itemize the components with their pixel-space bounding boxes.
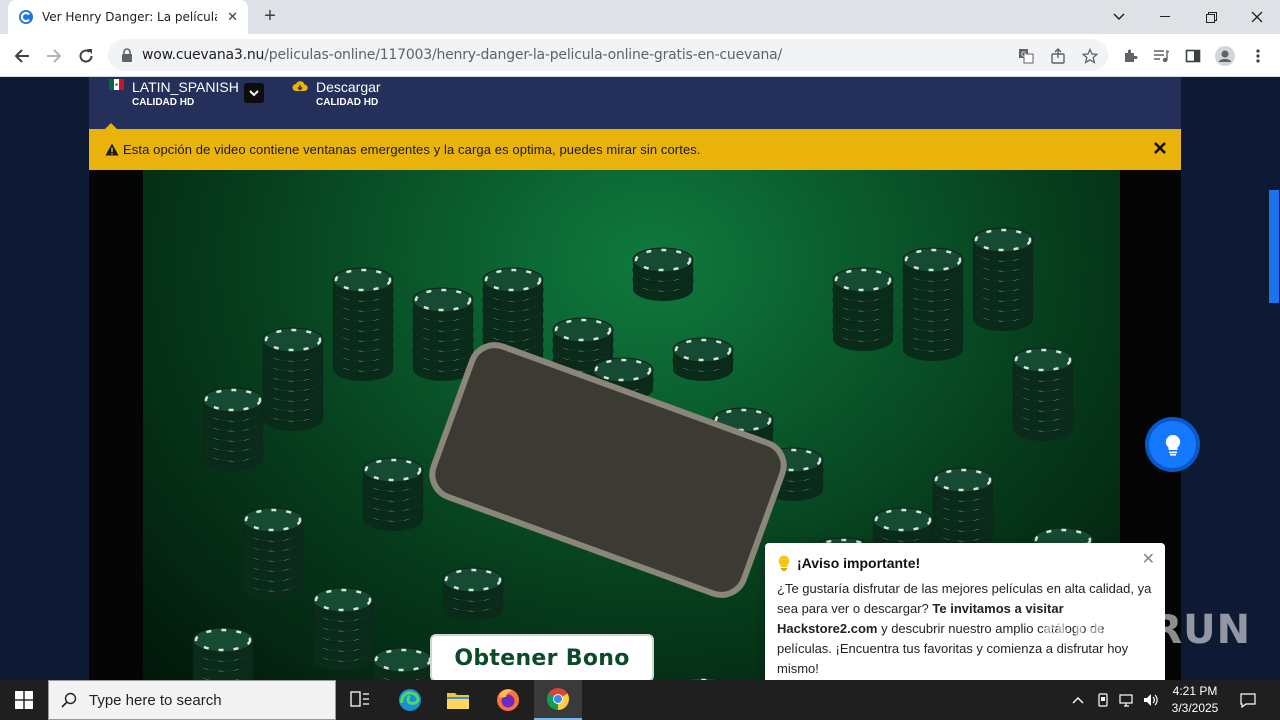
tab-title: Ver Henry Danger: La película Online xyxy=(42,10,217,24)
web-page: LATIN_SPANISH CALIDAD HD Descargar CALID… xyxy=(0,77,1268,680)
firefox-icon xyxy=(497,689,519,711)
translate-icon[interactable]: G xyxy=(1016,46,1036,66)
player-options-bar: LATIN_SPANISH CALIDAD HD Descargar CALID… xyxy=(89,77,1181,129)
tab-close-icon[interactable]: ✕ xyxy=(227,9,238,25)
url-text: wow.cuevana3.nu/peliculas-online/117003/… xyxy=(142,47,783,63)
minimize-button[interactable] xyxy=(1142,0,1188,34)
browser-tab[interactable]: Ver Henry Danger: La película Online ✕ xyxy=(8,0,248,34)
edge-icon xyxy=(399,689,421,711)
task-view-button[interactable] xyxy=(336,680,384,720)
notice-title: ¡Aviso importante! xyxy=(797,555,921,571)
browser-toolbar: wow.cuevana3.nu/peliculas-online/117003/… xyxy=(0,34,1280,77)
scrollbar-thumb[interactable] xyxy=(1269,190,1279,303)
side-panel-icon[interactable] xyxy=(1183,46,1203,66)
bookmark-star-icon[interactable] xyxy=(1080,46,1100,66)
taskbar-search-box[interactable]: Type here to search xyxy=(48,680,336,720)
tab-strip: Ver Henry Danger: La película Online ✕ + xyxy=(0,0,1280,34)
taskbar-file-explorer[interactable] xyxy=(434,680,482,720)
close-notice-icon[interactable]: ✕ xyxy=(1142,549,1155,569)
warning-text: Esta opción de video contiene ventanas e… xyxy=(123,142,701,157)
media-controls-icon[interactable] xyxy=(1151,46,1171,66)
taskbar-chrome[interactable] xyxy=(534,680,582,720)
notifications-icon[interactable] xyxy=(1234,680,1262,720)
lightbulb-icon xyxy=(778,555,790,571)
new-tab-button[interactable]: + xyxy=(258,5,282,29)
forward-button[interactable] xyxy=(40,42,68,70)
windows-taskbar: Type here to search 4:21 PM 3/3/2025 xyxy=(0,680,1280,720)
back-button[interactable] xyxy=(8,42,36,70)
language-dropdown-button[interactable] xyxy=(244,83,264,103)
search-icon xyxy=(61,692,77,708)
anyrun-watermark: ANY RUN xyxy=(1040,607,1252,653)
network-icon[interactable] xyxy=(1116,680,1138,720)
profile-avatar-icon[interactable] xyxy=(1215,46,1235,66)
extensions-icon[interactable] xyxy=(1120,46,1140,66)
lock-icon[interactable] xyxy=(120,47,134,63)
cloud-download-icon xyxy=(292,81,308,91)
mexico-flag-icon xyxy=(109,79,124,90)
tab-search-icon[interactable] xyxy=(1096,0,1142,34)
taskbar-edge[interactable] xyxy=(386,680,434,720)
task-view-icon xyxy=(350,691,369,707)
device-icon[interactable] xyxy=(1093,680,1113,720)
warning-triangle-icon xyxy=(105,143,119,156)
reload-button[interactable] xyxy=(72,42,100,70)
close-window-button[interactable] xyxy=(1234,0,1280,34)
chrome-menu-icon[interactable] xyxy=(1248,46,1268,66)
chrome-icon xyxy=(547,688,569,710)
lightbulb-icon xyxy=(1165,434,1180,456)
popup-warning-bar: Esta opción de video contiene ventanas e… xyxy=(89,129,1181,170)
get-bonus-button[interactable]: Obtener Bono xyxy=(432,636,652,680)
taskbar-clock[interactable]: 4:21 PM 3/3/2025 xyxy=(1160,683,1230,717)
close-warning-icon[interactable] xyxy=(1153,141,1167,155)
idea-floating-button[interactable] xyxy=(1145,417,1200,472)
windows-logo-icon xyxy=(15,691,33,709)
option-latin-spanish[interactable]: LATIN_SPANISH CALIDAD HD xyxy=(132,79,239,108)
page-scrollbar[interactable] xyxy=(1268,77,1280,680)
option-download[interactable]: Descargar CALIDAD HD xyxy=(316,79,381,108)
site-favicon-icon xyxy=(19,10,33,24)
address-bar[interactable]: wow.cuevana3.nu/peliculas-online/117003/… xyxy=(108,39,1108,71)
svg-text:G: G xyxy=(1021,51,1026,59)
volume-icon[interactable] xyxy=(1140,680,1162,720)
share-icon[interactable] xyxy=(1048,46,1068,66)
taskbar-firefox[interactable] xyxy=(484,680,532,720)
folder-icon xyxy=(447,693,469,709)
show-hidden-icons[interactable] xyxy=(1068,680,1088,720)
start-button[interactable] xyxy=(0,680,48,720)
restore-button[interactable] xyxy=(1188,0,1234,34)
